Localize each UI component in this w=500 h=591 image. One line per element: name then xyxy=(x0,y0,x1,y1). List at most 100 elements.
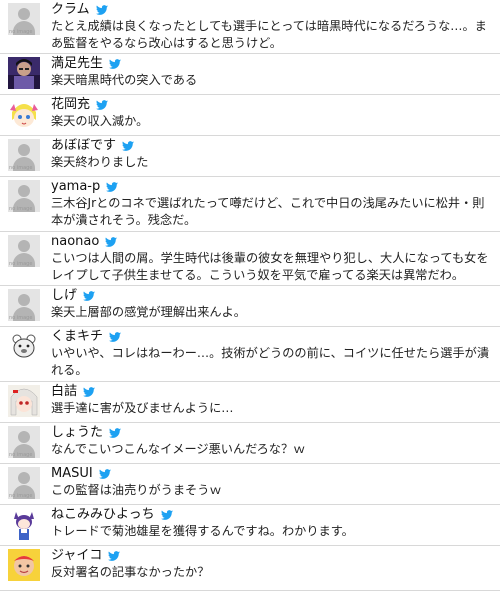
tweet-content: 白詰選手達に害が及びませんように… xyxy=(51,384,494,417)
user-name[interactable]: 満足先生 xyxy=(51,56,103,71)
twitter-bird-icon[interactable] xyxy=(95,4,109,16)
tweet-content: naonao こいつは人間の屑。学生時代は後輩の彼女を無理やり犯し、大人になっても… xyxy=(51,234,494,284)
user-row: ねこみみひよっち xyxy=(51,507,494,523)
tweet-content: しょうた なんでこいつこんなイメージ悪いんだろな？ｗ xyxy=(51,425,494,458)
user-row: あぼぼです xyxy=(51,138,494,154)
tweet-item: 白詰選手達に害が及びませんように… xyxy=(0,382,500,423)
user-name[interactable]: くまキチ xyxy=(51,329,103,344)
tweet-text: たとえ成績は良くなったとしても選手にとっては暗黒時代になるだろうな…。まあ監督を… xyxy=(51,19,487,50)
user-row: yama-p xyxy=(51,179,494,195)
tweet-item: ねこみみひよっちトレードで菊池雄星を獲得するんですね。わかります。 xyxy=(0,505,500,546)
user-row: くまキチ xyxy=(51,329,494,345)
tweet-text: いやいや、コレはねーわー…。技術がどうのの前に、コイツに任せたら選手が潰れる。 xyxy=(51,346,490,377)
avatar[interactable]: no image xyxy=(8,467,40,499)
twitter-bird-icon[interactable] xyxy=(95,99,109,111)
tweet-content: クラムたとえ成績は良くなったとしても選手にとっては暗黒時代になるだろうな…。まあ… xyxy=(51,2,494,52)
no-image-label: no image xyxy=(9,206,33,212)
user-row: クラム xyxy=(51,2,494,18)
avatar[interactable]: no image xyxy=(8,3,40,35)
tweet-item: no image あぼぼです楽天終わりました xyxy=(0,136,500,177)
tweet-content: 花岡充楽天の収入減か。 xyxy=(51,97,494,130)
no-image-label: no image xyxy=(9,261,33,267)
tweet-text: 楽天上層部の感覚が理解出来んよ。 xyxy=(51,305,246,319)
tweet-text: 三木谷Jrとのコネで選ばれたって噂だけど、これで中日の浅尾みたいに松井・則本が潰… xyxy=(51,196,485,227)
no-image-label: no image xyxy=(9,452,33,458)
user-name[interactable]: 花岡充 xyxy=(51,97,90,112)
placeholder-head-shape xyxy=(18,185,30,197)
twitter-bird-icon[interactable] xyxy=(121,140,135,152)
avatar[interactable] xyxy=(8,330,40,362)
user-row: naonao xyxy=(51,234,494,250)
tweet-item: no image naonao こいつは人間の屑。学生時代は後輩の彼女を無理やり犯し… xyxy=(0,232,500,286)
avatar[interactable]: no image xyxy=(8,139,40,171)
tweet-content: しげ楽天上層部の感覚が理解出来んよ。 xyxy=(51,288,494,321)
tweet-item: no image しょうた なんでこいつこんなイメージ悪いんだろな？ｗ xyxy=(0,423,500,464)
tweet-content: yama-p 三木谷Jrとのコネで選ばれたって噂だけど、これで中日の浅尾みたいに松… xyxy=(51,179,494,229)
user-row: しげ xyxy=(51,288,494,304)
user-row: 白詰 xyxy=(51,384,494,400)
user-name[interactable]: 白詰 xyxy=(51,384,77,399)
avatar[interactable] xyxy=(8,98,40,130)
tweet-text: 選手達に害が及びませんように… xyxy=(51,401,234,415)
placeholder-head-shape xyxy=(18,240,30,252)
avatar[interactable]: no image xyxy=(8,235,40,267)
user-name[interactable]: しょうた xyxy=(51,425,103,440)
tweet-text: 楽天暗黒時代の突入である xyxy=(51,73,198,87)
twitter-bird-icon[interactable] xyxy=(108,58,122,70)
user-row: 満足先生 xyxy=(51,56,494,72)
avatar[interactable]: no image xyxy=(8,289,40,321)
twitter-bird-icon[interactable] xyxy=(82,290,96,302)
placeholder-head-shape xyxy=(18,8,30,20)
user-name[interactable]: クラム xyxy=(51,2,90,17)
tweet-text: 楽天の収入減か。 xyxy=(51,114,149,128)
avatar[interactable] xyxy=(8,549,40,581)
no-image-label: no image xyxy=(9,165,33,171)
twitter-bird-icon[interactable] xyxy=(107,550,121,562)
placeholder-head-shape xyxy=(18,144,30,156)
twitter-bird-icon[interactable] xyxy=(108,427,122,439)
twitter-bird-icon[interactable] xyxy=(82,386,96,398)
user-name[interactable]: naonao xyxy=(51,234,99,249)
placeholder-head-shape xyxy=(18,431,30,443)
avatar[interactable] xyxy=(8,57,40,89)
user-row: しょうた xyxy=(51,425,494,441)
tweet-text: 楽天終わりました xyxy=(51,155,149,169)
user-row: 花岡充 xyxy=(51,97,494,113)
user-row: ジャイコ xyxy=(51,548,494,564)
user-name[interactable]: ねこみみひよっち xyxy=(51,507,155,522)
tweet-item: 花岡充楽天の収入減か。 xyxy=(0,95,500,136)
tweet-content: 満足先生楽天暗黒時代の突入である xyxy=(51,56,494,89)
user-name[interactable]: yama-p xyxy=(51,179,100,194)
tweet-item: no image yama-p 三木谷Jrとのコネで選ばれたって噂だけど、これで中日… xyxy=(0,177,500,232)
tweet-item: no image しげ楽天上層部の感覚が理解出来んよ。 xyxy=(0,286,500,327)
avatar[interactable] xyxy=(8,385,40,417)
twitter-bird-icon[interactable] xyxy=(98,468,112,480)
tweet-item: 満足先生楽天暗黒時代の突入である xyxy=(0,54,500,95)
tweet-text: トレードで菊池雄星を獲得するんですね。わかります。 xyxy=(51,524,354,538)
user-name[interactable]: しげ xyxy=(51,288,77,303)
tweet-content: ねこみみひよっちトレードで菊池雄星を獲得するんですね。わかります。 xyxy=(51,507,494,540)
tweet-item: ジャイコ反対署名の記事なかったか？ xyxy=(0,546,500,591)
user-row: MASUI xyxy=(51,466,494,482)
placeholder-head-shape xyxy=(18,472,30,484)
avatar[interactable] xyxy=(8,508,40,540)
twitter-bird-icon[interactable] xyxy=(160,509,174,521)
tweet-item: no image MASUI この監督は油売りがうまそうｗ xyxy=(0,464,500,505)
tweet-item: no image クラムたとえ成績は良くなったとしても選手にとっては暗黒時代になる… xyxy=(0,0,500,54)
avatar[interactable]: no image xyxy=(8,426,40,458)
tweet-content: くまキチいやいや、コレはねーわー…。技術がどうのの前に、コイツに任せたら選手が潰… xyxy=(51,329,494,379)
no-image-label: no image xyxy=(9,493,33,499)
tweet-text: 反対署名の記事なかったか？ xyxy=(51,565,210,579)
placeholder-head-shape xyxy=(18,294,30,306)
tweet-text: この監督は油売りがうまそうｗ xyxy=(51,483,222,497)
tweet-content: あぼぼです楽天終わりました xyxy=(51,138,494,171)
no-image-label: no image xyxy=(9,29,33,35)
avatar[interactable]: no image xyxy=(8,180,40,212)
twitter-bird-icon[interactable] xyxy=(108,331,122,343)
tweet-text: こいつは人間の屑。学生時代は後輩の彼女を無理やり犯し、大人になっても女をレイプし… xyxy=(51,251,489,282)
user-name[interactable]: ジャイコ xyxy=(51,548,102,563)
user-name[interactable]: あぼぼです xyxy=(51,138,116,153)
twitter-bird-icon[interactable] xyxy=(105,181,119,193)
twitter-bird-icon[interactable] xyxy=(104,236,118,248)
user-name[interactable]: MASUI xyxy=(51,466,93,481)
